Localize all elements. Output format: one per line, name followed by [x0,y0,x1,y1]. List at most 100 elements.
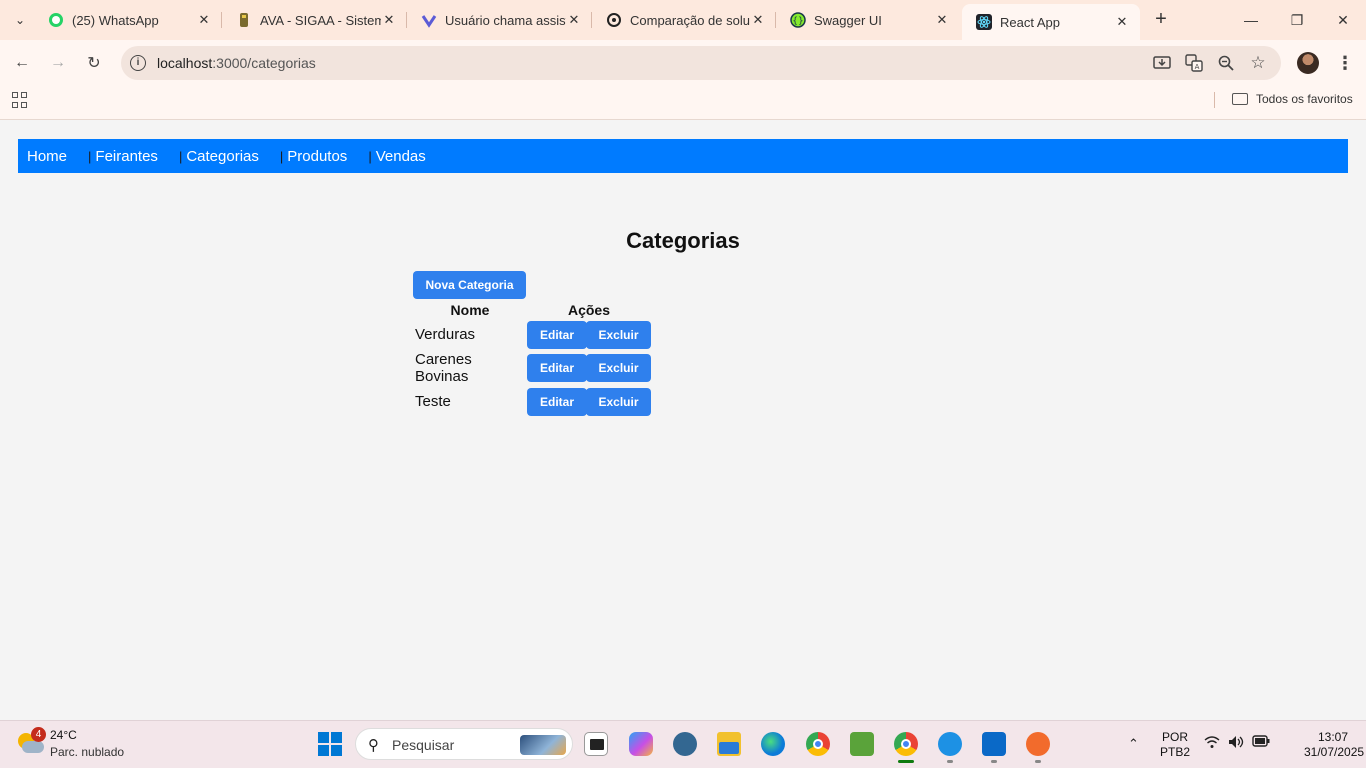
arrow-left-icon: ← [14,54,30,71]
new-tab-button[interactable]: + [1150,9,1172,31]
clock-time: 13:07 [1317,730,1348,744]
language-code: POR [1162,730,1189,744]
nav-link-home[interactable]: Home [27,148,67,165]
tab-assistente[interactable]: Usuário chama assistente ✕ [407,0,592,40]
edge-icon[interactable] [761,732,785,756]
row-actions: Editar Excluir [527,320,651,349]
close-window-button[interactable]: ✕ [1320,0,1366,40]
nav-link-feirantes[interactable]: Feirantes [95,148,158,165]
sigaa-icon [236,12,252,28]
tab-react-app[interactable]: React App ✕ [962,4,1140,40]
battery-icon[interactable] [1252,735,1270,750]
weather-description[interactable]: Parc. nublado [50,745,124,759]
weather-widget[interactable]: 4 [16,727,46,757]
taskbar-search[interactable]: ⚲ Pesquisar [355,728,573,760]
input-language[interactable]: POR PTB2 [1160,730,1190,760]
start-button[interactable] [318,732,342,756]
openai-icon [606,12,622,28]
show-hidden-icons[interactable]: ⌃ [1128,736,1139,752]
react-icon [976,14,992,30]
delete-button[interactable]: Excluir [586,320,651,349]
svg-text:A: A [1195,63,1200,71]
url-host: localhost [157,55,213,71]
forward-button[interactable]: → [46,51,70,75]
close-tab-icon[interactable]: ✕ [1114,14,1130,30]
chrome-profile-icon[interactable] [894,732,918,756]
close-tab-icon[interactable]: ✕ [934,12,950,28]
tab-title: AVA - SIGAA - Sistema [260,12,381,28]
close-tab-icon[interactable]: ✕ [566,12,582,28]
table-row: Teste Editar Excluir [415,387,651,416]
folder-icon [1232,93,1248,105]
tab-sigaa[interactable]: AVA - SIGAA - Sistema ✕ [222,0,407,40]
restore-button[interactable]: ❐ [1274,0,1320,40]
copilot-icon[interactable] [629,732,653,756]
minimize-button[interactable]: — [1228,0,1274,40]
evernote-icon[interactable] [850,732,874,756]
column-header-acoes: Ações [567,302,611,318]
keyboard-layout: PTB2 [1160,745,1191,759]
chevron-down-icon: ⌄ [14,13,26,27]
delete-button[interactable]: Excluir [586,354,651,382]
install-app-icon[interactable] [1152,53,1172,73]
apps-grid-icon[interactable] [12,92,28,108]
nav-link-categorias[interactable]: Categorias [186,148,259,165]
postman-icon[interactable] [1026,732,1050,756]
ai-assistant-icon [421,12,437,28]
all-bookmarks-label: Todos os favoritos [1256,92,1353,106]
task-view-icon[interactable] [584,732,608,756]
search-icon: ⚲ [368,737,379,754]
vscode-icon[interactable] [982,732,1006,756]
wifi-icon[interactable] [1204,735,1220,752]
close-tab-icon[interactable]: ✕ [381,12,397,28]
running-indicator [991,760,997,763]
translate-icon[interactable]: A [1184,53,1204,73]
chrome-icon[interactable] [806,732,830,756]
weather-temperature[interactable]: 24°C [50,728,77,742]
site-info-icon[interactable]: i [130,55,146,71]
close-tab-icon[interactable]: ✕ [196,12,212,28]
bookmark-star-icon[interactable]: ☆ [1248,53,1268,73]
bookmarks-separator [1214,92,1215,108]
new-category-button[interactable]: Nova Categoria [413,271,526,299]
category-name: Carenes Bovinas [415,351,472,385]
running-indicator [1035,760,1041,763]
volume-icon[interactable] [1228,735,1246,752]
zoom-icon[interactable] [1216,53,1236,73]
cloud-icon [22,741,44,753]
edit-button[interactable]: Editar [527,354,587,382]
nav-separator: | [178,148,183,164]
tab-title: React App [1000,14,1060,30]
url-text[interactable]: localhost:3000/categorias [157,55,316,71]
swagger-icon: {} [790,12,806,28]
edit-button[interactable]: Editar [527,387,587,416]
nav-link-vendas[interactable]: Vendas [376,148,426,165]
edit-button[interactable]: Editar [527,320,587,349]
close-tab-icon[interactable]: ✕ [750,12,766,28]
docker-icon[interactable] [938,732,962,756]
browser-menu-button[interactable]: ⋮ [1336,52,1354,74]
system-clock[interactable]: 13:07 31/07/2025 [1304,730,1364,760]
postgresql-icon[interactable] [673,732,697,756]
active-app-indicator [898,760,914,763]
profile-avatar[interactable] [1297,52,1319,74]
nav-separator: | [368,148,372,164]
column-header-nome: Nome [450,302,490,318]
tab-swagger[interactable]: {} Swagger UI ✕ [776,0,960,40]
reload-icon: ↻ [87,55,101,72]
tab-search-button[interactable]: ⌄ [6,7,34,33]
tab-comparacao[interactable]: Comparação de soluções ✕ [592,0,776,40]
row-actions: Editar Excluir [527,351,651,385]
minimize-icon: — [1244,12,1258,28]
tab-title: Comparação de soluções [630,12,750,28]
all-bookmarks-button[interactable]: Todos os favoritos [1232,92,1353,106]
nav-link-produtos[interactable]: Produtos [287,148,347,165]
plus-icon: + [1155,8,1167,30]
weather-badge: 4 [31,727,46,742]
page-viewport: Home | Feirantes | Categorias | Produtos… [0,121,1366,720]
tab-whatsapp[interactable]: (25) WhatsApp ✕ [34,0,222,40]
delete-button[interactable]: Excluir [586,387,651,416]
back-button[interactable]: ← [10,51,34,75]
file-explorer-icon[interactable] [717,732,741,756]
reload-button[interactable]: ↻ [82,51,106,75]
